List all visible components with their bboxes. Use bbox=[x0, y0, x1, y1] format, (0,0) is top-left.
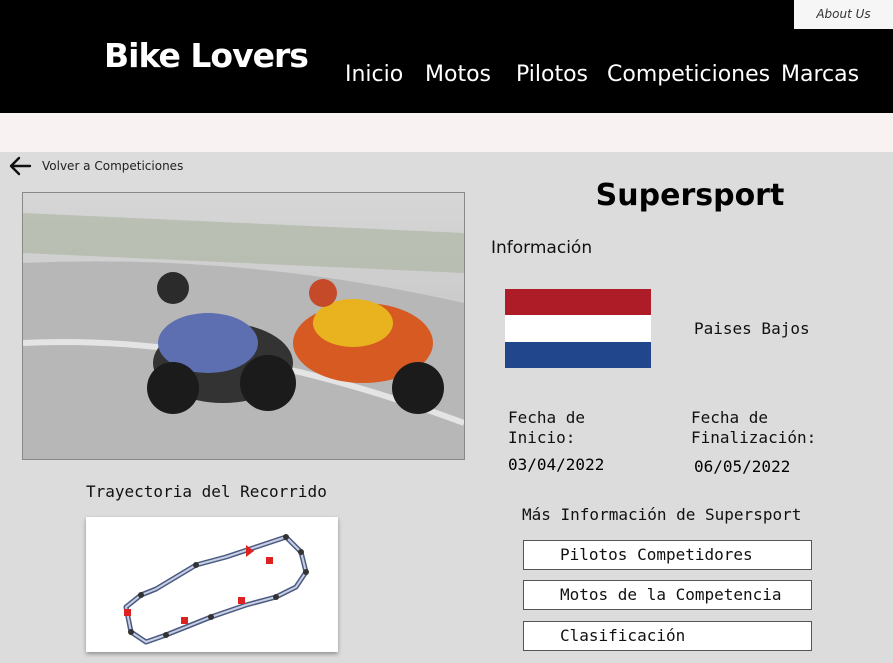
back-link-label: Volver a Competiciones bbox=[42, 159, 184, 173]
race-photo bbox=[22, 192, 465, 460]
end-date-value: 06/05/2022 bbox=[694, 457, 791, 476]
track-title: Trayectoria del Recorrido bbox=[86, 482, 327, 501]
flag-stripe-white bbox=[505, 315, 651, 342]
site-header: About Us Bike Lovers Inicio Motos Piloto… bbox=[0, 0, 893, 113]
info-label: Información bbox=[491, 238, 593, 258]
track-map-image bbox=[86, 517, 338, 652]
nav-motos[interactable]: Motos bbox=[425, 62, 491, 87]
flag-stripe-blue bbox=[505, 341, 651, 368]
nav-marcas[interactable]: Marcas bbox=[781, 62, 859, 87]
pilotos-competidores-button[interactable]: Pilotos Competidores bbox=[523, 540, 812, 570]
nav-competiciones[interactable]: Competiciones bbox=[607, 62, 770, 87]
site-logo[interactable]: Bike Lovers bbox=[104, 36, 309, 75]
netherlands-flag-icon bbox=[505, 289, 651, 368]
start-date-label: Fecha de Inicio: bbox=[508, 408, 586, 447]
clasificacion-button[interactable]: Clasificación bbox=[523, 621, 812, 651]
motos-competencia-button[interactable]: Motos de la Competencia bbox=[523, 580, 812, 610]
country-name: Paises Bajos bbox=[694, 319, 810, 338]
start-date-value: 03/04/2022 bbox=[508, 455, 605, 474]
header-band bbox=[0, 113, 893, 152]
arrow-left-icon bbox=[8, 156, 32, 176]
nav-inicio[interactable]: Inicio bbox=[345, 62, 403, 87]
nav-pilotos[interactable]: Pilotos bbox=[516, 62, 588, 87]
more-info-heading: Más Información de Supersport bbox=[522, 505, 802, 524]
flag-stripe-red bbox=[505, 289, 651, 316]
about-us-link[interactable]: About Us bbox=[794, 0, 893, 29]
back-link[interactable]: Volver a Competiciones bbox=[8, 156, 183, 176]
end-date-label: Fecha de Finalización: bbox=[691, 408, 817, 447]
page-title: Supersport bbox=[595, 178, 785, 213]
